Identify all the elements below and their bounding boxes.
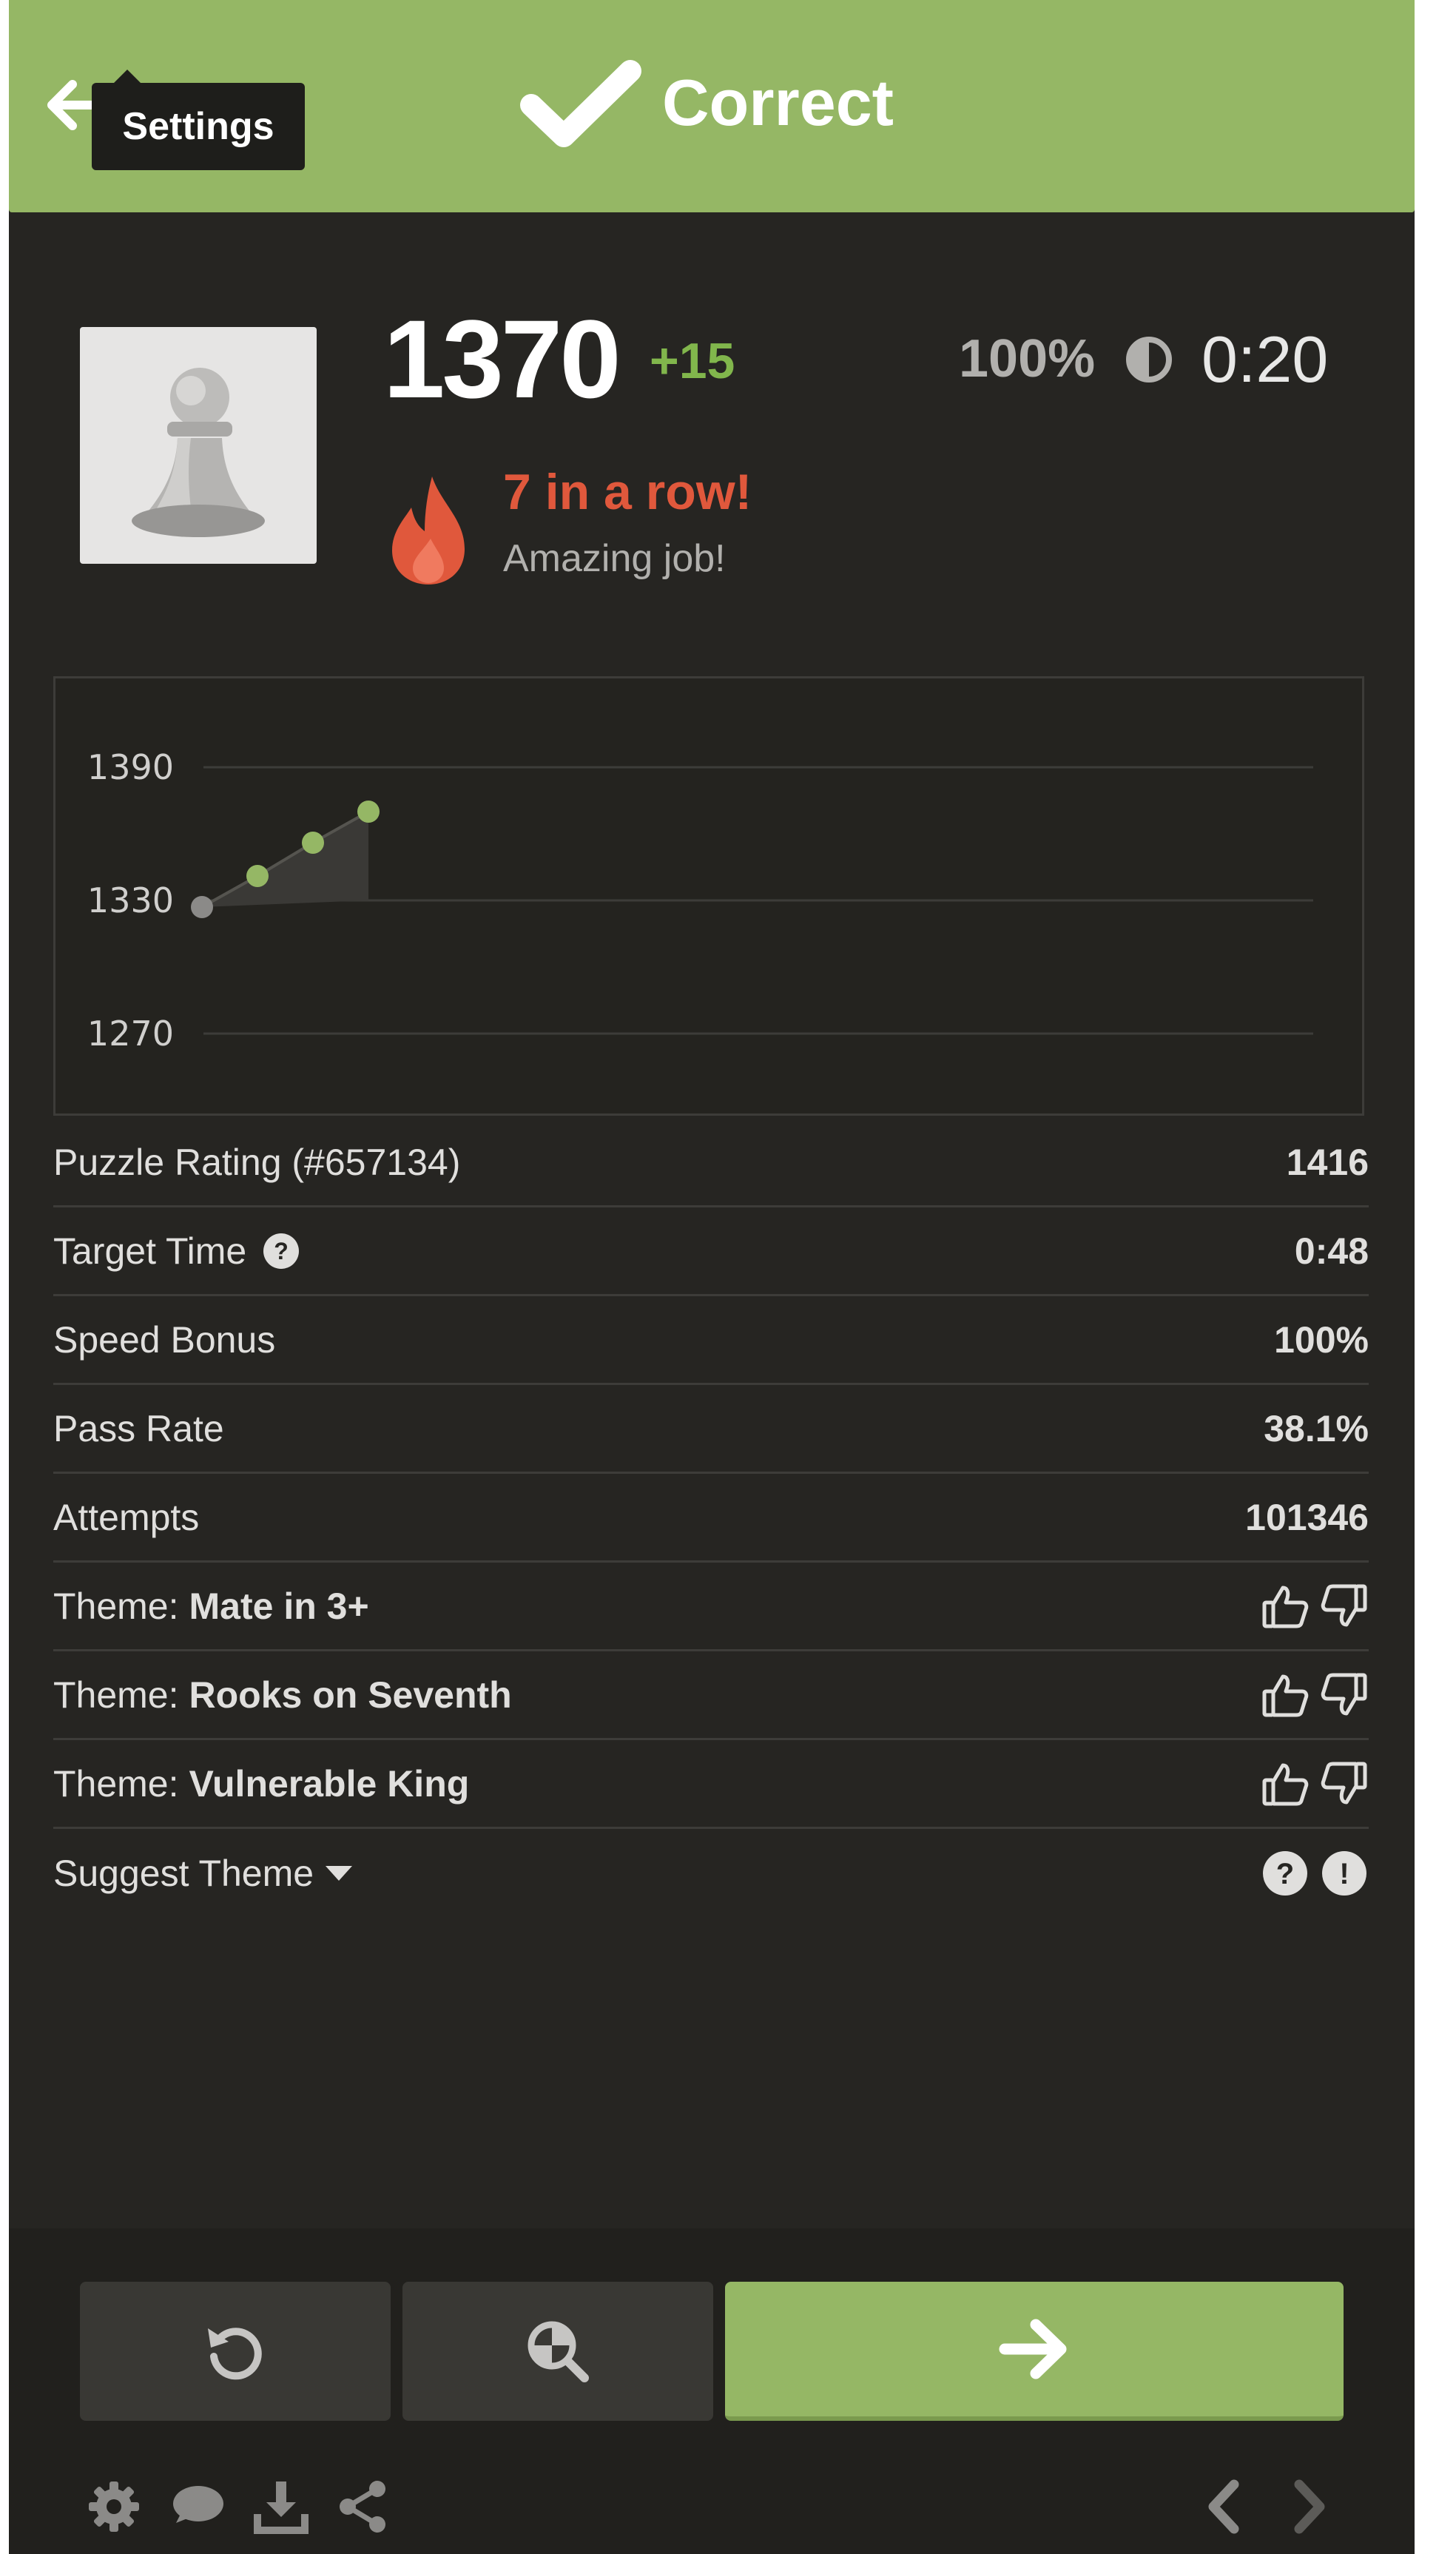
theme-prefix: Theme: (53, 1585, 179, 1627)
chart-point (246, 865, 269, 887)
chart-y-tick-label: 1390 (87, 747, 174, 787)
chat-icon[interactable] (169, 2479, 225, 2535)
suggest-actions: ? ! (1261, 1849, 1369, 1898)
analysis-icon (528, 2321, 589, 2382)
analysis-button[interactable] (402, 2282, 713, 2421)
rating-change: +15 (650, 333, 735, 389)
help-icon[interactable]: ? (1261, 1849, 1310, 1898)
rating-chart: 1390 1330 1270 (53, 676, 1364, 1116)
theme-row: Theme: Mate in 3+ (53, 1563, 1369, 1651)
svg-text:?: ? (274, 1238, 289, 1264)
flame-icon (392, 476, 465, 584)
rating-chart-svg: 1390 1330 1270 (87, 747, 1313, 1054)
svg-text:?: ? (1276, 1858, 1294, 1890)
svg-text:!: ! (1339, 1858, 1349, 1890)
suggest-theme-toggle[interactable]: Suggest Theme (53, 1852, 354, 1895)
theme-name: Rooks on Seventh (189, 1674, 512, 1716)
theme-name: Vulnerable King (189, 1762, 470, 1805)
theme-prefix: Theme: (53, 1762, 179, 1805)
target-time-label: Target Time (53, 1230, 247, 1272)
pawn-icon (132, 368, 265, 537)
result-status-label: Correct (662, 66, 894, 139)
thumbs-down-icon[interactable] (1320, 1671, 1369, 1719)
theme-name: Mate in 3+ (189, 1585, 369, 1627)
gear-icon[interactable] (86, 2479, 142, 2535)
report-icon[interactable]: ! (1320, 1849, 1369, 1898)
theme-vote-group (1261, 1671, 1369, 1719)
chart-point (302, 832, 324, 854)
attempts-row: Attempts 101346 (53, 1474, 1369, 1563)
chevron-left-icon[interactable] (1200, 2479, 1252, 2535)
retry-button[interactable] (80, 2282, 391, 2421)
suggest-theme-row: Suggest Theme ? ! (53, 1829, 1369, 1918)
puzzle-rating-label: Puzzle Rating (#657134) (53, 1141, 461, 1183)
target-time-row: Target Time ? 0:48 (53, 1207, 1369, 1296)
thumbs-up-icon[interactable] (1261, 1759, 1310, 1808)
speed-bonus-label: Speed Bonus (53, 1318, 276, 1361)
pass-rate-label: Pass Rate (53, 1407, 224, 1449)
solve-time: 0:20 (1201, 323, 1329, 396)
accuracy-percent: 100% (959, 329, 1096, 388)
theme-row: Theme: Rooks on Seventh (53, 1651, 1369, 1740)
thumbs-down-icon[interactable] (1320, 1582, 1369, 1631)
share-icon[interactable] (334, 2479, 391, 2535)
help-icon[interactable]: ? (263, 1233, 300, 1270)
timer-icon (1126, 337, 1172, 383)
chart-y-tick-label: 1270 (87, 1014, 174, 1054)
speed-bonus-row: Speed Bonus 100% (53, 1296, 1369, 1385)
pass-rate-row: Pass Rate 38.1% (53, 1385, 1369, 1474)
puzzle-stats-list: Puzzle Rating (#657134) 1416 Target Time… (53, 1119, 1369, 1918)
thumbs-up-icon[interactable] (1261, 1671, 1310, 1719)
chart-point (357, 801, 380, 823)
next-puzzle-button[interactable] (725, 2282, 1344, 2421)
pass-rate-value: 38.1% (1264, 1407, 1369, 1449)
download-icon[interactable] (253, 2479, 309, 2535)
chart-point (191, 896, 213, 918)
speed-bonus-value: 100% (1274, 1318, 1369, 1361)
attempts-label: Attempts (53, 1496, 200, 1538)
thumbs-up-icon[interactable] (1261, 1582, 1310, 1631)
settings-tooltip: Settings (92, 70, 305, 170)
streak-title: 7 in a row! (503, 464, 752, 520)
puzzle-rating-row: Puzzle Rating (#657134) 1416 (53, 1119, 1369, 1207)
theme-prefix: Theme: (53, 1674, 179, 1716)
attempts-value: 101346 (1245, 1496, 1369, 1538)
thumbs-down-icon[interactable] (1320, 1759, 1369, 1808)
theme-row: Theme: Vulnerable King (53, 1740, 1369, 1829)
target-time-value: 0:48 (1294, 1230, 1369, 1272)
streak-subtitle: Amazing job! (503, 537, 726, 580)
avatar (80, 327, 317, 564)
caret-down-icon (326, 1866, 353, 1881)
theme-vote-group (1261, 1582, 1369, 1631)
chart-y-tick-label: 1330 (87, 880, 174, 920)
checkmark-icon (520, 60, 641, 147)
theme-vote-group (1261, 1759, 1369, 1808)
next-arrow-icon (999, 2319, 1067, 2379)
player-rating: 1370 (383, 297, 621, 421)
puzzle-rating-value: 1416 (1286, 1141, 1369, 1183)
retry-icon (208, 2328, 262, 2380)
suggest-theme-label: Suggest Theme (53, 1853, 314, 1894)
chevron-right-icon[interactable] (1283, 2479, 1335, 2535)
